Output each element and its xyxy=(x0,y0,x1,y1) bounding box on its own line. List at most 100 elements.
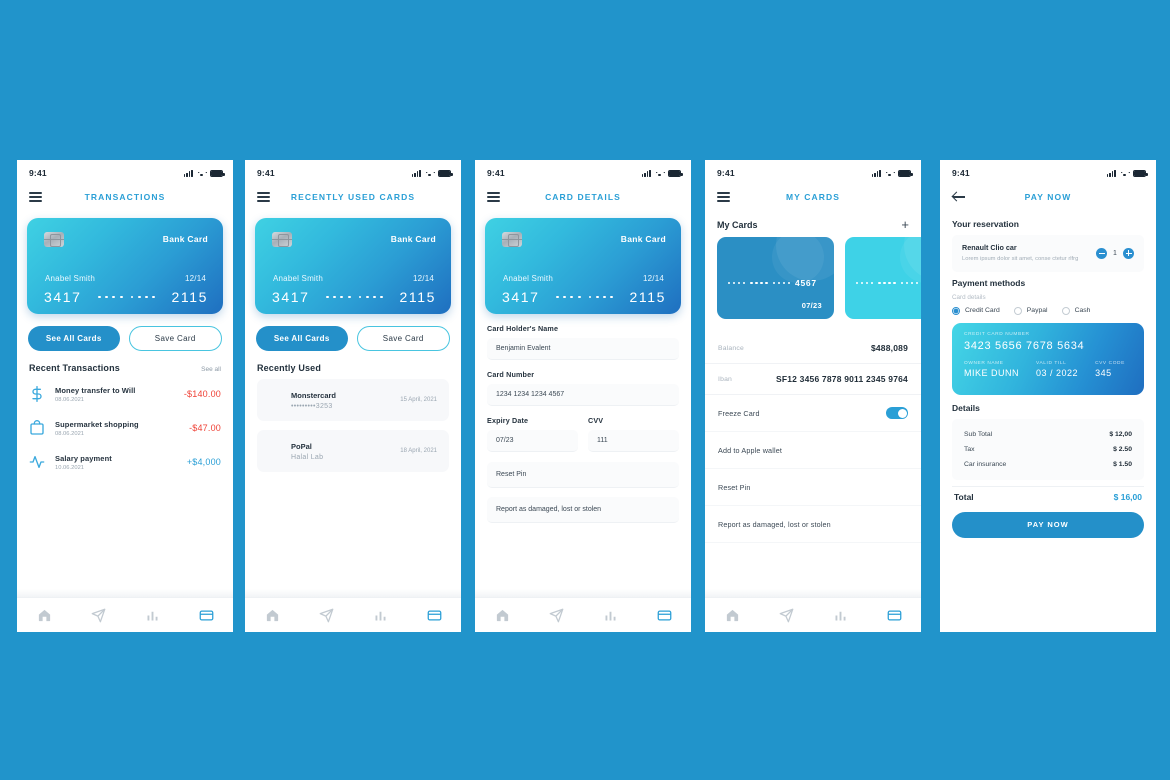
quantity-stepper: 1 xyxy=(1096,247,1134,259)
status-bar: 9:41 xyxy=(475,160,691,182)
table-row[interactable]: Money transfer to Will 08.06.2021 -$140.… xyxy=(29,377,221,411)
cards-carousel[interactable]: 4567 07/23 123 xyxy=(705,237,921,319)
card-actions: See All Cards Save Card xyxy=(245,314,461,351)
table-row: Car insurance $ 1.50 xyxy=(964,457,1132,472)
nav-cards-icon[interactable] xyxy=(427,608,442,623)
activity-icon xyxy=(29,454,45,470)
freeze-card-toggle[interactable] xyxy=(886,407,908,419)
transaction-date: 08.06.2021 xyxy=(55,396,85,403)
iban-value: SF12 3456 7878 9011 2345 9764 xyxy=(775,374,908,384)
battery-icon xyxy=(898,169,913,177)
status-icons xyxy=(871,169,913,177)
nav-send-icon[interactable] xyxy=(319,608,334,623)
see-all-link[interactable]: See all xyxy=(201,366,221,373)
card-number: 3417 2115 xyxy=(272,289,436,305)
iban-label: Iban xyxy=(718,375,733,383)
expiry-cvv-row: Expiry Date 07/23 CVV 111 xyxy=(487,416,679,462)
card-holder-name: Anabel Smith xyxy=(503,274,553,283)
see-all-cards-button[interactable]: See All Cards xyxy=(28,326,120,351)
bank-card[interactable]: Bank Card Anabel Smith 12/14 3417 2115 xyxy=(27,218,223,314)
apple-wallet-row[interactable]: Add to Apple wallet xyxy=(705,432,921,469)
report-card-label: Report as damaged, lost or stolen xyxy=(718,519,831,529)
nav-stats-icon[interactable] xyxy=(603,608,618,623)
report-card-row[interactable]: Report as damaged, lost or stolen xyxy=(705,506,921,543)
back-arrow-icon[interactable] xyxy=(952,190,966,204)
payment-method-label: Credit Card xyxy=(965,307,1000,315)
table-row: Tax $ 2.50 xyxy=(964,442,1132,457)
freeze-card-row[interactable]: Freeze Card xyxy=(705,395,921,432)
recent-transactions-header: Recent Transactions See all xyxy=(17,351,233,377)
valid-till-label: VALID TILL xyxy=(1036,360,1067,366)
payment-method-credit-card[interactable]: Credit Card xyxy=(952,306,1000,315)
app-bar: RECENTLY USED CARDS xyxy=(245,182,461,212)
mini-card[interactable]: 4567 07/23 xyxy=(717,237,834,319)
battery-icon xyxy=(1133,169,1148,177)
menu-icon[interactable] xyxy=(717,192,730,202)
detail-value: $ 12,00 xyxy=(1109,430,1132,438)
card-brand-label: Bank Card xyxy=(390,234,436,244)
mini-card-last4: 4567 xyxy=(795,278,817,288)
reset-pin-row[interactable]: Reset Pin xyxy=(705,469,921,506)
expiry-field[interactable]: 07/23 xyxy=(487,430,578,452)
card-date: 15 April, 2021 xyxy=(400,397,437,403)
list-item[interactable]: PoPal Halal Lab 18 April, 2021 xyxy=(257,430,449,472)
menu-icon[interactable] xyxy=(487,192,500,202)
payment-method-paypal[interactable]: Paypal xyxy=(1013,306,1048,315)
bank-card[interactable]: Bank Card Anabel Smith 12/14 3417 2115 xyxy=(485,218,681,314)
bank-card[interactable]: Bank Card Anabel Smith 12/14 3417 2115 xyxy=(255,218,451,314)
payment-method-cash[interactable]: Cash xyxy=(1061,306,1090,315)
save-card-button[interactable]: Save Card xyxy=(356,326,450,351)
nav-stats-icon[interactable] xyxy=(373,608,388,623)
nav-send-icon[interactable] xyxy=(91,608,106,623)
table-row[interactable]: Salary payment 10.06.2021 +$4,000 xyxy=(29,445,221,479)
status-icons xyxy=(641,169,683,177)
recently-used-list: Monstercard •••••••••3253 15 April, 2021… xyxy=(245,377,461,485)
page-title: CARD DETAILS xyxy=(545,192,621,202)
pay-now-button[interactable]: PAY NOW xyxy=(952,511,1144,538)
table-row[interactable]: Supermarket shopping 08.06.2021 -$47.00 xyxy=(29,411,221,445)
section-title: My Cards xyxy=(717,219,758,230)
detail-label: Car insurance xyxy=(964,460,1007,468)
see-all-cards-button[interactable]: See All Cards xyxy=(256,326,348,351)
nav-home-icon[interactable] xyxy=(725,608,740,623)
nav-stats-icon[interactable] xyxy=(145,608,160,623)
nav-cards-icon[interactable] xyxy=(199,608,214,623)
increase-quantity-button[interactable] xyxy=(1123,247,1134,259)
card-actions: See All Cards Save Card xyxy=(17,314,233,351)
report-card-button[interactable]: Report as damaged, lost or stolen xyxy=(487,497,679,523)
plus-icon[interactable]: + xyxy=(901,218,909,231)
page-title: PAY NOW xyxy=(1024,192,1072,202)
nav-home-icon[interactable] xyxy=(37,608,52,623)
valid-till-block: VALID TILL 03 / 2022 xyxy=(1036,361,1078,378)
card-expiry: 12/14 xyxy=(642,274,664,283)
credit-card-widget[interactable]: CREDIT CARD NUMBER 3423 5656 7678 5634 O… xyxy=(952,322,1144,395)
owner-name-block: OWNER NAME MIKE DUNN xyxy=(964,361,1019,378)
balance-label: Balance xyxy=(718,344,744,352)
nav-cards-icon[interactable] xyxy=(887,608,902,623)
save-card-button[interactable]: Save Card xyxy=(128,326,222,351)
card-number-masked xyxy=(325,295,384,299)
decrease-quantity-button[interactable] xyxy=(1096,247,1107,259)
nav-home-icon[interactable] xyxy=(265,608,280,623)
mini-card[interactable]: 123 xyxy=(845,237,921,319)
transaction-amount: -$140.00 xyxy=(183,389,221,399)
transaction-name: Supermarket shopping xyxy=(55,419,139,429)
menu-icon[interactable] xyxy=(257,192,270,202)
nav-cards-icon[interactable] xyxy=(657,608,672,623)
menu-icon[interactable] xyxy=(29,192,42,202)
nav-home-icon[interactable] xyxy=(495,608,510,623)
card-holder-field[interactable]: Benjamin Evalent xyxy=(487,338,679,360)
shopping-bag-icon xyxy=(29,420,45,436)
card-number-field[interactable]: 1234 1234 1234 4567 xyxy=(487,384,679,406)
nav-stats-icon[interactable] xyxy=(833,608,848,623)
card-expiry: 12/14 xyxy=(412,274,434,283)
reset-pin-button[interactable]: Reset Pin xyxy=(487,462,679,488)
phone-screen-transactions: 9:41 TRANSACTIONS Bank Card Anabel Smith… xyxy=(17,160,233,632)
nav-send-icon[interactable] xyxy=(779,608,794,623)
list-item[interactable]: Monstercard •••••••••3253 15 April, 2021 xyxy=(257,379,449,421)
cvv-code-block: CVV CODE 345 xyxy=(1095,361,1125,378)
nav-send-icon[interactable] xyxy=(549,608,564,623)
card-number-first: 3417 xyxy=(272,289,310,305)
card-number-first: 3417 xyxy=(502,289,540,305)
cvv-field[interactable]: 111 xyxy=(588,430,679,452)
